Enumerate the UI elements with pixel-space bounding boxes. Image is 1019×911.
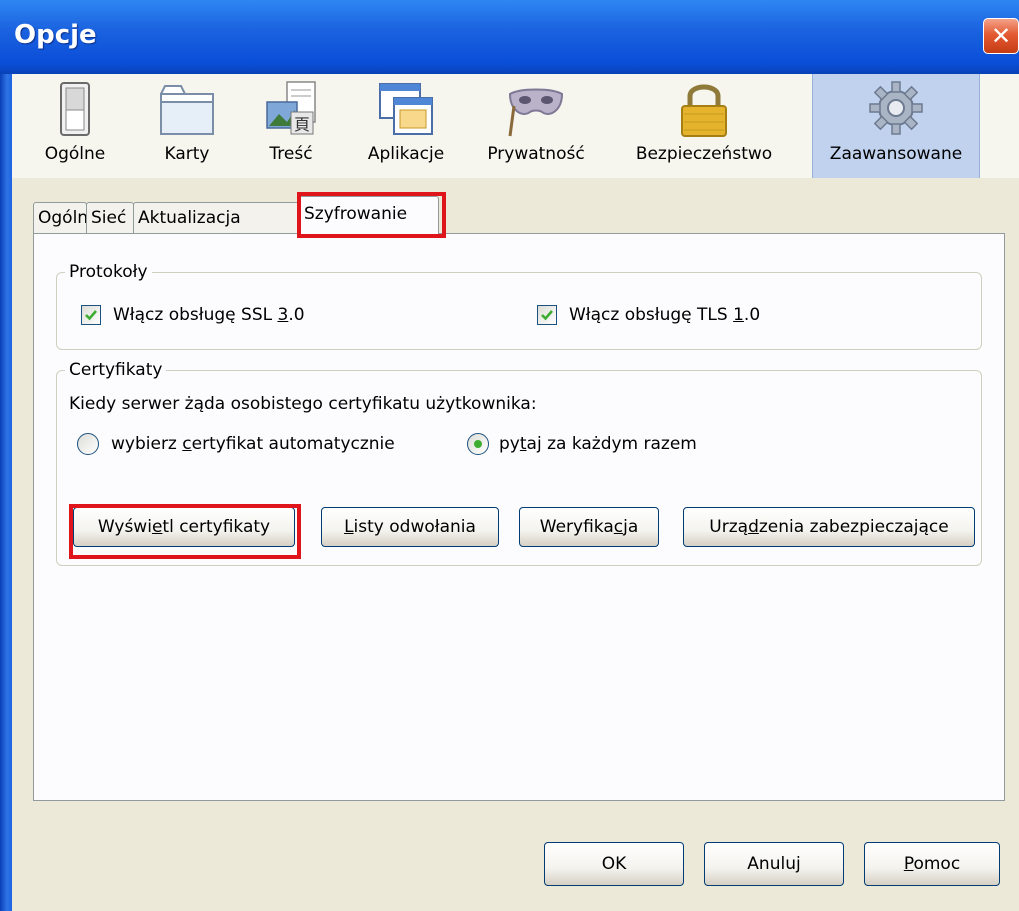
ssl-checkbox-label[interactable]: Włącz obsługę SSL 3.0 xyxy=(113,304,305,326)
tls-checkbox-label[interactable]: Włącz obsługę TLS 1.0 xyxy=(569,304,760,326)
category-toolbar: Ogólne Karty 頁 Treść Aplikacje Prywatnoś… xyxy=(12,74,1019,179)
toolbar-item-applications[interactable]: Aplikacje xyxy=(360,74,452,178)
checkmark-icon xyxy=(85,310,97,321)
protocols-legend: Protokoły xyxy=(65,261,152,283)
toolbar-item-label: Bezpieczeństwo xyxy=(635,144,773,164)
certificate-prompt: Kiedy serwer żąda osobistego certyfikatu… xyxy=(69,394,537,414)
security-devices-button[interactable]: Urządzenia zabezpieczające xyxy=(683,507,975,547)
window-border xyxy=(0,74,12,911)
radio-ask-every-time[interactable] xyxy=(467,433,489,455)
toolbar-item-content[interactable]: 頁 Treść xyxy=(252,74,330,178)
toolbar-item-label: Ogólne xyxy=(44,144,106,164)
toolbar-item-security[interactable]: Bezpieczeństwo xyxy=(624,74,784,178)
ok-button[interactable]: OK xyxy=(544,842,684,886)
help-button[interactable]: Pomoc xyxy=(864,842,1000,886)
title-bar[interactable]: Opcje ✕ xyxy=(0,0,1019,74)
toolbar-item-label: Zaawansowane xyxy=(829,144,963,164)
tab-general[interactable]: Ogólne xyxy=(33,202,99,234)
highlight-view-certificates xyxy=(69,504,301,559)
tls-checkbox[interactable] xyxy=(537,305,557,325)
cancel-button[interactable]: Anuluj xyxy=(704,842,844,886)
mask-icon xyxy=(508,88,564,137)
verification-button[interactable]: Weryfikacja xyxy=(519,507,659,547)
certificates-legend: Certyfikaty xyxy=(65,359,167,381)
radio-selected-dot xyxy=(474,440,482,448)
options-window: Opcje ✕ Ogólne Karty 頁 Treść Aplikacje P… xyxy=(0,0,1019,911)
toolbar-item-label: Prywatność xyxy=(487,144,585,164)
toolbar-item-advanced[interactable]: Zaawansowane xyxy=(812,74,980,178)
applications-icon xyxy=(379,83,433,135)
revocation-lists-button[interactable]: Listy odwołania xyxy=(321,507,499,547)
close-button[interactable]: ✕ xyxy=(983,18,1019,54)
tabs-icon xyxy=(160,85,214,135)
padlock-icon xyxy=(681,84,727,137)
svg-text:頁: 頁 xyxy=(294,115,310,134)
toolbar-item-label: Karty xyxy=(164,144,210,164)
toolbar-item-label: Treść xyxy=(269,144,313,164)
switch-icon xyxy=(60,82,90,136)
window-title: Opcje xyxy=(14,20,97,50)
checkmark-icon xyxy=(541,310,553,321)
toolbar-item-general[interactable]: Ogólne xyxy=(36,74,114,178)
gear-icon xyxy=(869,81,923,135)
radio-select-automatically-label[interactable]: wybierz certyfikat automatycznie xyxy=(111,433,395,455)
toolbar-item-tabs[interactable]: Karty xyxy=(148,74,226,178)
radio-select-automatically[interactable] xyxy=(77,433,99,455)
content-icon: 頁 xyxy=(266,81,316,135)
toolbar-item-privacy[interactable]: Prywatność xyxy=(482,74,590,178)
highlight-tab-encryption xyxy=(297,192,446,238)
toolbar-item-label: Aplikacje xyxy=(367,144,445,164)
tab-network[interactable]: Sieć xyxy=(86,202,134,234)
close-icon: ✕ xyxy=(990,22,1012,50)
ssl-checkbox[interactable] xyxy=(81,305,101,325)
protocols-group: Protokoły Włącz obsługę SSL 3.0 Włącz ob… xyxy=(56,261,982,350)
tab-update[interactable]: Aktualizacja xyxy=(133,202,299,234)
radio-ask-every-time-label[interactable]: pytaj za każdym razem xyxy=(499,433,697,455)
